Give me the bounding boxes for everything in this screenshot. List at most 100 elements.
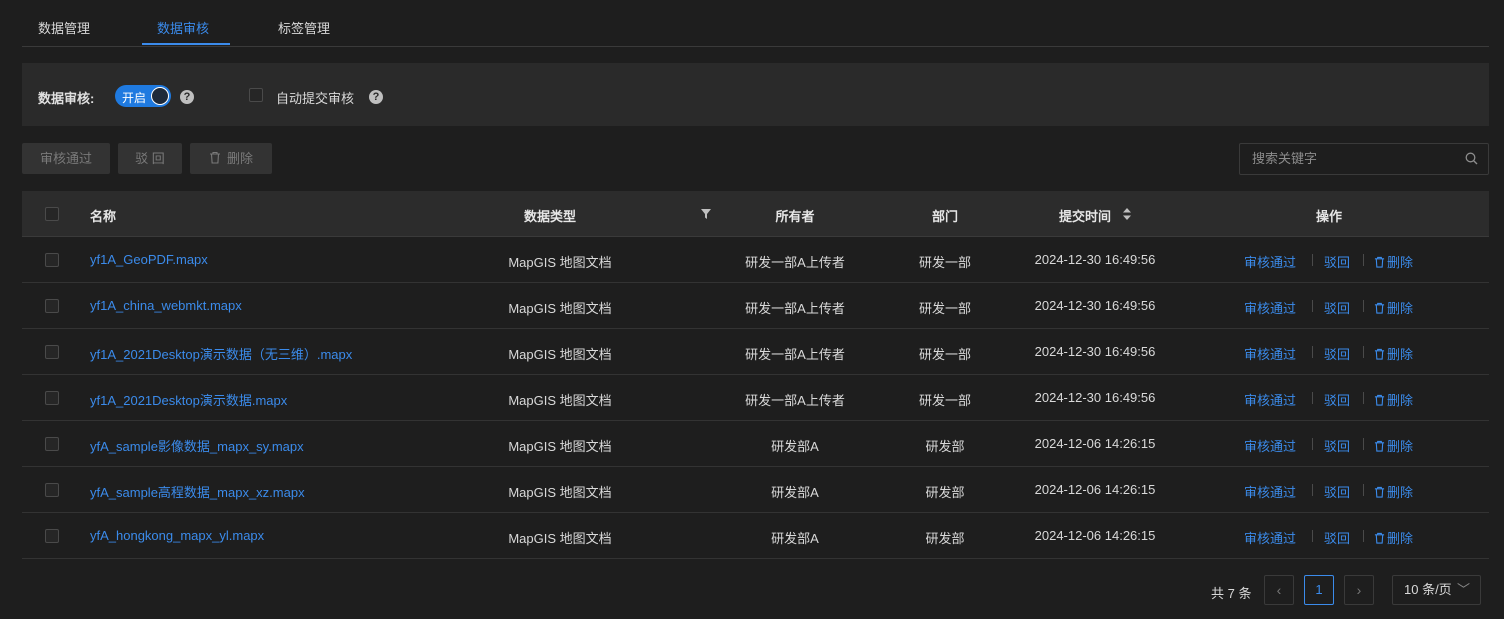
tab-bar: 数据管理 数据审核 标签管理 xyxy=(22,0,1489,47)
table-row: yfA_sample影像数据_mapx_sy.mapx MapGIS 地图文档 研发… xyxy=(22,421,1489,467)
next-page-button[interactable]: › xyxy=(1344,575,1374,605)
row-reject-link[interactable]: 驳回 xyxy=(1324,252,1350,271)
page-size-select[interactable]: 10 条/页 ﹀ xyxy=(1392,575,1481,605)
row-checkbox[interactable] xyxy=(45,529,59,543)
action-divider xyxy=(1312,530,1313,542)
row-approve-link[interactable]: 审核通过 xyxy=(1244,436,1296,455)
row-delete-link[interactable]: 删除 xyxy=(1374,390,1413,409)
trash-icon xyxy=(1374,394,1385,406)
table-row: yf1A_GeoPDF.mapx MapGIS 地图文档 研发一部A上传者 研发一部 2… xyxy=(22,237,1489,283)
row-delete-label: 删除 xyxy=(1387,485,1414,500)
row-name-link[interactable]: yf1A_GeoPDF.mapx xyxy=(90,252,208,267)
row-reject-link[interactable]: 驳回 xyxy=(1324,344,1350,363)
row-name-link[interactable]: yfA_hongkong_mapx_yl.mapx xyxy=(90,528,264,543)
prev-page-button[interactable]: ‹ xyxy=(1264,575,1294,605)
row-reject-link[interactable]: 驳回 xyxy=(1324,436,1350,455)
row-type: MapGIS 地图文档 xyxy=(508,485,612,500)
delete-button-label: 删除 xyxy=(226,151,253,166)
trash-icon xyxy=(1374,532,1385,544)
table-row: yf1A_2021Desktop演示数据.mapx MapGIS 地图文档 研发一部… xyxy=(22,375,1489,421)
auto-submit-label: 自动提交审核 xyxy=(276,91,355,106)
page-1-button[interactable]: 1 xyxy=(1304,575,1334,605)
help-icon[interactable]: ? xyxy=(180,90,194,104)
row-checkbox[interactable] xyxy=(45,391,59,405)
row-delete-link[interactable]: 删除 xyxy=(1374,344,1413,363)
auto-submit-checkbox[interactable] xyxy=(249,88,263,102)
row-checkbox[interactable] xyxy=(45,483,59,497)
row-dept: 研发部 xyxy=(925,439,965,454)
row-reject-link[interactable]: 驳回 xyxy=(1324,482,1350,501)
row-delete-link[interactable]: 删除 xyxy=(1374,436,1413,455)
action-divider xyxy=(1312,392,1313,404)
col-actions: 操作 xyxy=(1315,209,1343,224)
row-approve-link[interactable]: 审核通过 xyxy=(1244,482,1296,501)
action-divider xyxy=(1363,438,1364,450)
col-name: 名称 xyxy=(90,209,117,224)
row-name-link[interactable]: yf1A_china_webmkt.mapx xyxy=(90,298,242,313)
sort-icon[interactable] xyxy=(1123,208,1131,220)
table-row: yf1A_china_webmkt.mapx MapGIS 地图文档 研发一部A上传… xyxy=(22,283,1489,329)
chevron-down-icon: ﹀ xyxy=(1456,582,1470,597)
action-divider xyxy=(1312,346,1313,358)
row-approve-link[interactable]: 审核通过 xyxy=(1244,344,1296,363)
row-reject-link[interactable]: 驳回 xyxy=(1324,298,1350,317)
row-checkbox[interactable] xyxy=(45,299,59,313)
action-divider xyxy=(1312,254,1313,266)
row-name-link[interactable]: yf1A_2021Desktop演示数据（无三维）.mapx xyxy=(90,344,352,363)
active-tab-indicator xyxy=(142,43,230,45)
review-setting-label: 数据审核: xyxy=(38,91,95,106)
trash-icon xyxy=(1374,302,1385,314)
row-owner: 研发一部A上传者 xyxy=(745,301,845,316)
search-input[interactable] xyxy=(1250,150,1454,167)
delete-button[interactable]: 删除 xyxy=(190,143,272,174)
tab-data-review[interactable]: 数据审核 xyxy=(157,18,209,37)
approve-button[interactable]: 审核通过 xyxy=(22,143,110,174)
row-type: MapGIS 地图文档 xyxy=(508,439,612,454)
row-owner: 研发部A xyxy=(771,439,819,454)
row-dept: 研发一部 xyxy=(918,255,972,270)
row-checkbox[interactable] xyxy=(45,253,59,267)
col-dept: 部门 xyxy=(931,209,959,224)
action-divider xyxy=(1312,300,1313,312)
reject-button[interactable]: 驳 回 xyxy=(118,143,182,174)
row-checkbox[interactable] xyxy=(45,345,59,359)
row-approve-link[interactable]: 审核通过 xyxy=(1244,252,1296,271)
row-delete-link[interactable]: 删除 xyxy=(1374,252,1413,271)
table-header: 名称 数据类型 所有者 部门 提交时间 操作 xyxy=(22,191,1489,237)
row-type: MapGIS 地图文档 xyxy=(508,255,612,270)
row-dept: 研发部 xyxy=(925,531,965,546)
table-row: yfA_hongkong_mapx_yl.mapx MapGIS 地图文档 研发部A… xyxy=(22,513,1489,559)
col-submit-time[interactable]: 提交时间 xyxy=(1059,206,1111,225)
row-submit-time: 2024-12-06 14:26:15 xyxy=(1034,436,1156,451)
row-type: MapGIS 地图文档 xyxy=(508,393,612,408)
tab-data-management[interactable]: 数据管理 xyxy=(38,18,90,37)
row-approve-link[interactable]: 审核通过 xyxy=(1244,390,1296,409)
row-approve-link[interactable]: 审核通过 xyxy=(1244,298,1296,317)
select-all-checkbox[interactable] xyxy=(45,207,59,221)
action-divider xyxy=(1363,300,1364,312)
review-toggle-switch[interactable]: 开启 xyxy=(115,85,171,107)
tab-tag-management[interactable]: 标签管理 xyxy=(278,18,330,37)
row-delete-link[interactable]: 删除 xyxy=(1374,298,1413,317)
search-icon[interactable] xyxy=(1465,152,1478,165)
row-dept: 研发一部 xyxy=(918,301,972,316)
row-delete-label: 删除 xyxy=(1387,439,1414,454)
row-name-link[interactable]: yfA_sample影像数据_mapx_sy.mapx xyxy=(90,436,304,455)
pagination-total: 共 7 条 xyxy=(1211,586,1252,601)
row-name-link[interactable]: yf1A_2021Desktop演示数据.mapx xyxy=(90,390,287,409)
action-divider xyxy=(1312,438,1313,450)
row-delete-label: 删除 xyxy=(1387,393,1414,408)
row-reject-link[interactable]: 驳回 xyxy=(1324,528,1350,547)
row-delete-link[interactable]: 删除 xyxy=(1374,482,1413,501)
help-icon[interactable]: ? xyxy=(369,90,383,104)
row-reject-link[interactable]: 驳回 xyxy=(1324,390,1350,409)
row-approve-link[interactable]: 审核通过 xyxy=(1244,528,1296,547)
trash-icon xyxy=(1374,486,1385,498)
filter-icon[interactable] xyxy=(701,209,711,219)
switch-text: 开启 xyxy=(122,91,147,105)
row-delete-link[interactable]: 删除 xyxy=(1374,528,1413,547)
trash-icon xyxy=(1374,440,1385,452)
row-name-link[interactable]: yfA_sample高程数据_mapx_xz.mapx xyxy=(90,482,305,501)
row-checkbox[interactable] xyxy=(45,437,59,451)
search-box xyxy=(1239,143,1489,175)
